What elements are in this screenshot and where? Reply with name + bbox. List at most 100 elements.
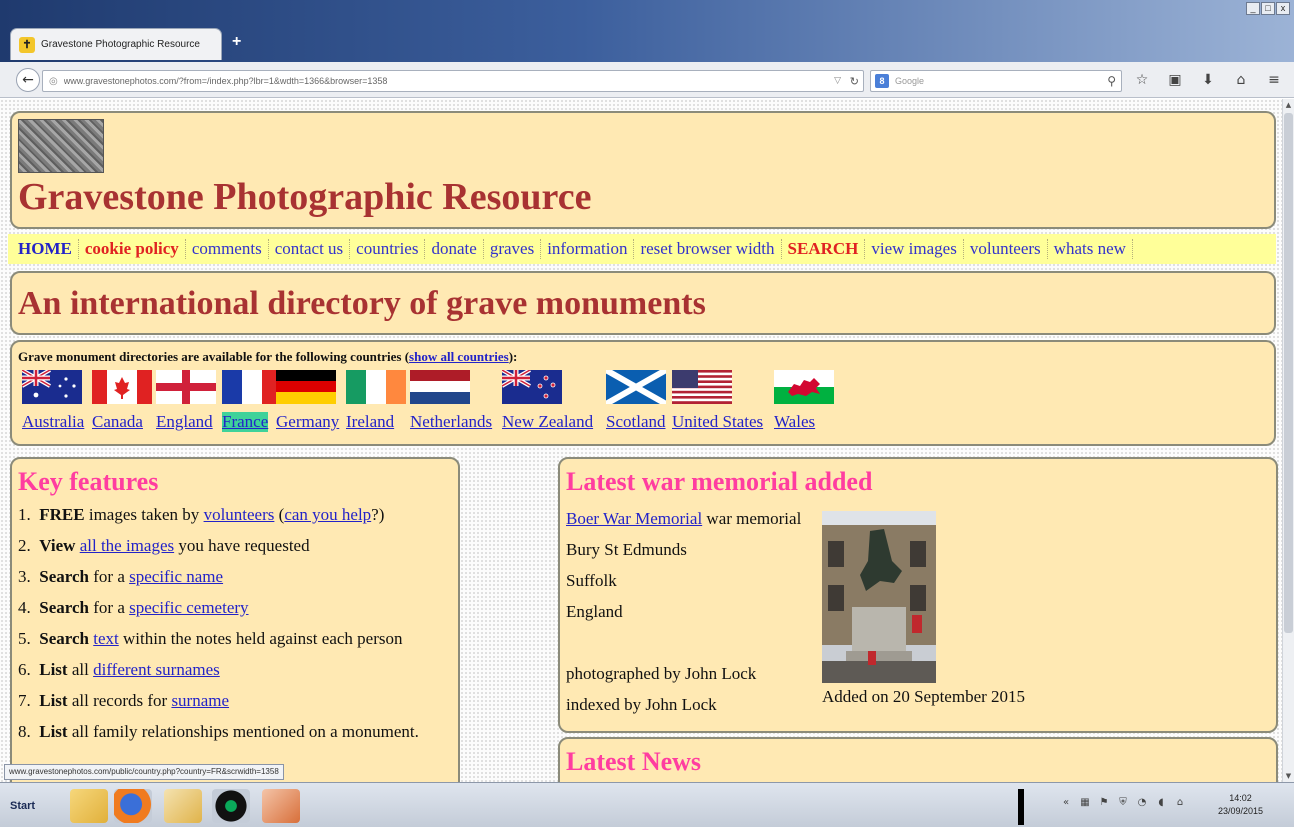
menu-item-search[interactable]: SEARCH: [782, 239, 866, 259]
site-title: Gravestone Photographic Resource: [18, 176, 592, 218]
feature-keyword: Search: [39, 598, 89, 617]
scroll-down-icon[interactable]: ▼: [1283, 770, 1294, 782]
country-link-scotland[interactable]: Scotland: [606, 412, 666, 432]
tray-clock-icon[interactable]: ◔: [1136, 797, 1148, 809]
dropdown-arrow-icon[interactable]: ▽: [834, 76, 841, 86]
feature-link[interactable]: volunteers: [204, 505, 275, 524]
new-tab-button[interactable]: +: [232, 33, 241, 51]
menu-item-donate[interactable]: donate: [425, 239, 484, 259]
download-icon[interactable]: ⬇: [1198, 70, 1218, 90]
globe-icon: ◎: [49, 75, 58, 87]
flag-netherlands-icon[interactable]: [410, 370, 470, 404]
flag-france-icon[interactable]: [222, 370, 282, 404]
feature-item: 7. List all records for surname: [18, 691, 419, 722]
feature-number: 3.: [18, 567, 31, 586]
page-viewport: Gravestone Photographic Resource HOME coo…: [0, 99, 1282, 782]
country-link-france[interactable]: France: [222, 412, 269, 432]
url-text[interactable]: www.gravestonephotos.com/?from=/index.ph…: [64, 76, 824, 86]
flag-new-zealand-icon[interactable]: [502, 370, 562, 404]
flag-ireland-icon[interactable]: [346, 370, 406, 404]
menu-item-graves[interactable]: graves: [484, 239, 542, 259]
tray-arrow-icon[interactable]: «: [1060, 797, 1072, 809]
flag-scotland-icon[interactable]: [606, 370, 666, 404]
site-favicon-icon: ✝: [19, 36, 35, 53]
tray-network-icon[interactable]: ▦: [1079, 797, 1091, 809]
key-features-heading: Key features: [18, 467, 159, 496]
menu-item-cookie-policy[interactable]: cookie policy: [79, 239, 186, 259]
menu-item-volunteers[interactable]: volunteers: [964, 239, 1048, 259]
feature-link[interactable]: surname: [171, 691, 229, 710]
taskbar-clock[interactable]: 14:02 23/09/2015: [1218, 792, 1263, 818]
war-memorial-heading: Latest war memorial added: [566, 467, 873, 496]
flag-canada-icon[interactable]: [92, 370, 152, 404]
vertical-scrollbar[interactable]: ▲ ▼: [1282, 99, 1294, 782]
google-icon[interactable]: 8: [875, 74, 889, 88]
toolbar-icons: ☆ ▣ ⬇ ⌂ ≡: [1132, 70, 1284, 90]
tray-volume-icon[interactable]: ◖: [1155, 797, 1167, 809]
flag-australia-icon[interactable]: [22, 370, 82, 404]
search-bar[interactable]: 8 Google ⚲: [870, 70, 1122, 92]
home-icon[interactable]: ⌂: [1231, 70, 1251, 90]
maximize-button[interactable]: □: [1261, 2, 1275, 15]
notes-app-icon[interactable]: [164, 789, 202, 823]
folder-icon[interactable]: [70, 789, 108, 823]
address-bar[interactable]: ◎ www.gravestonephotos.com/?from=/index.…: [42, 70, 864, 92]
feature-number: 2.: [18, 536, 31, 555]
close-button[interactable]: x: [1276, 2, 1290, 15]
menu-item-reset-browser-width[interactable]: reset browser width: [634, 239, 782, 259]
flag-wales-icon[interactable]: [774, 370, 834, 404]
country-link-new-zealand[interactable]: New Zealand: [502, 412, 593, 432]
memorial-photo[interactable]: [822, 511, 936, 683]
memorial-name-link[interactable]: Boer War Memorial: [566, 509, 702, 528]
scroll-thumb[interactable]: [1284, 113, 1293, 633]
taskbar: Start « ▦ ⚑ ⛨ ◔ ◖ ⌂ 14:02 23/09/2015: [0, 782, 1294, 827]
browser-tab[interactable]: ✝ Gravestone Photographic Resource: [10, 28, 222, 60]
site-logo[interactable]: [18, 119, 104, 173]
country-link-canada[interactable]: Canada: [92, 412, 143, 432]
feature-link[interactable]: can you help: [284, 505, 371, 524]
menu-item-home[interactable]: HOME: [12, 239, 79, 259]
feature-link[interactable]: text: [93, 629, 119, 648]
search-placeholder[interactable]: Google: [895, 76, 924, 86]
memorial-photographer: photographed by John Lock: [566, 664, 757, 683]
clipboard-icon[interactable]: ▣: [1165, 70, 1185, 90]
feature-link[interactable]: all the images: [80, 536, 174, 555]
menu-item-comments[interactable]: comments: [186, 239, 269, 259]
bookmark-star-icon[interactable]: ☆: [1132, 70, 1152, 90]
country-link-germany[interactable]: Germany: [276, 412, 339, 432]
flag-united-states-icon[interactable]: [672, 370, 732, 404]
menu-item-contact-us[interactable]: contact us: [269, 239, 351, 259]
clock-date: 23/09/2015: [1218, 806, 1264, 816]
country-link-netherlands[interactable]: Netherlands: [410, 412, 492, 432]
scroll-up-icon[interactable]: ▲: [1283, 99, 1294, 111]
country-link-united-states[interactable]: United States: [672, 412, 763, 432]
menu-item-whats-new[interactable]: whats new: [1048, 239, 1133, 259]
directories-panel: Grave monument directories are available…: [10, 340, 1276, 446]
menu-icon[interactable]: ≡: [1264, 70, 1284, 90]
country-link-wales[interactable]: Wales: [774, 412, 815, 432]
tray-battery-icon[interactable]: ⌂: [1174, 797, 1186, 809]
country-link-ireland[interactable]: Ireland: [346, 412, 394, 432]
menu-item-view-images[interactable]: view images: [865, 239, 964, 259]
menu-item-information[interactable]: information: [541, 239, 635, 259]
firefox-icon[interactable]: [114, 789, 152, 823]
flag-germany-icon[interactable]: [276, 370, 336, 404]
memorial-town: Bury St Edmunds: [566, 540, 687, 559]
feature-link[interactable]: specific cemetery: [129, 598, 248, 617]
menu-item-countries[interactable]: countries: [350, 239, 426, 259]
minimize-button[interactable]: _: [1246, 2, 1260, 15]
tray-shield-icon[interactable]: ⛨: [1117, 797, 1129, 809]
start-button[interactable]: Start: [4, 793, 41, 819]
media-app-icon[interactable]: [212, 789, 250, 823]
feature-link[interactable]: specific name: [129, 567, 223, 586]
back-arrow-icon[interactable]: ←: [16, 68, 40, 92]
reload-icon[interactable]: ↻: [850, 75, 859, 88]
search-icon[interactable]: ⚲: [1107, 74, 1116, 88]
presentation-app-icon[interactable]: [262, 789, 300, 823]
flag-england-icon[interactable]: [156, 370, 216, 404]
country-link-england[interactable]: England: [156, 412, 213, 432]
country-link-australia[interactable]: Australia: [22, 412, 84, 432]
main-menu: HOME cookie policy comments contact us count…: [8, 234, 1276, 264]
tray-flag-icon[interactable]: ⚑: [1098, 797, 1110, 809]
feature-link[interactable]: different surnames: [93, 660, 220, 679]
